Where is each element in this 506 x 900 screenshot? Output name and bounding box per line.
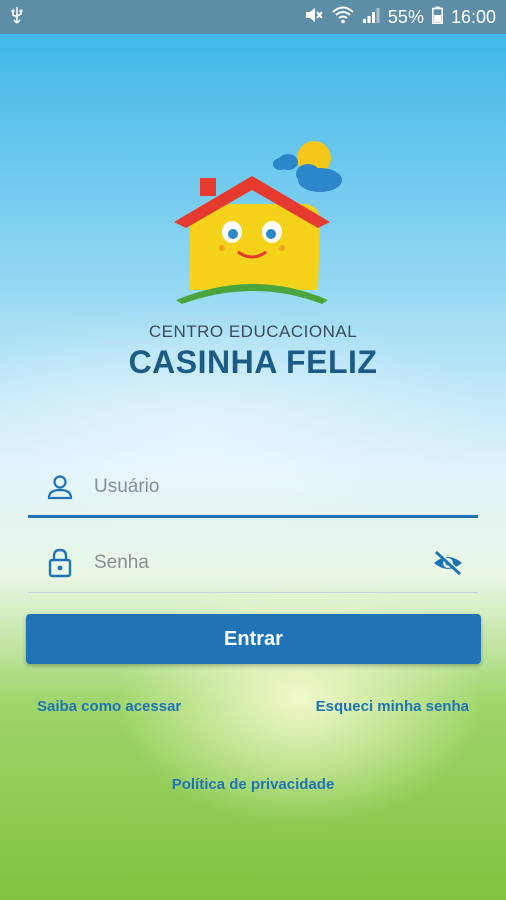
login-button[interactable]: Entrar (26, 614, 481, 664)
username-input[interactable] (94, 475, 394, 498)
mute-icon (304, 6, 324, 29)
user-icon (42, 474, 78, 500)
clock: 16:00 (450, 6, 496, 27)
toggle-password-visibility-icon[interactable] (432, 549, 464, 582)
how-to-access-link[interactable]: Saiba como acessar (37, 698, 181, 715)
signal-icon (362, 6, 380, 29)
usb-icon (10, 6, 24, 28)
lock-icon (42, 548, 78, 578)
status-bar: 55% 16:00 (0, 0, 506, 34)
house-logo (168, 140, 348, 310)
battery-icon (431, 6, 443, 29)
password-input[interactable] (94, 551, 394, 574)
brand-title: CASINHA FELIZ (128, 344, 378, 380)
privacy-policy-link[interactable]: Política de privacidade (0, 776, 506, 793)
battery-percent: 55% (387, 6, 424, 27)
username-field[interactable] (28, 458, 478, 518)
wifi-icon (332, 6, 354, 29)
password-field[interactable] (28, 533, 478, 593)
background-rays (0, 0, 506, 900)
forgot-password-link[interactable]: Esqueci minha senha (316, 698, 469, 715)
brand-subtitle: CENTRO EDUCACIONAL (148, 322, 358, 341)
